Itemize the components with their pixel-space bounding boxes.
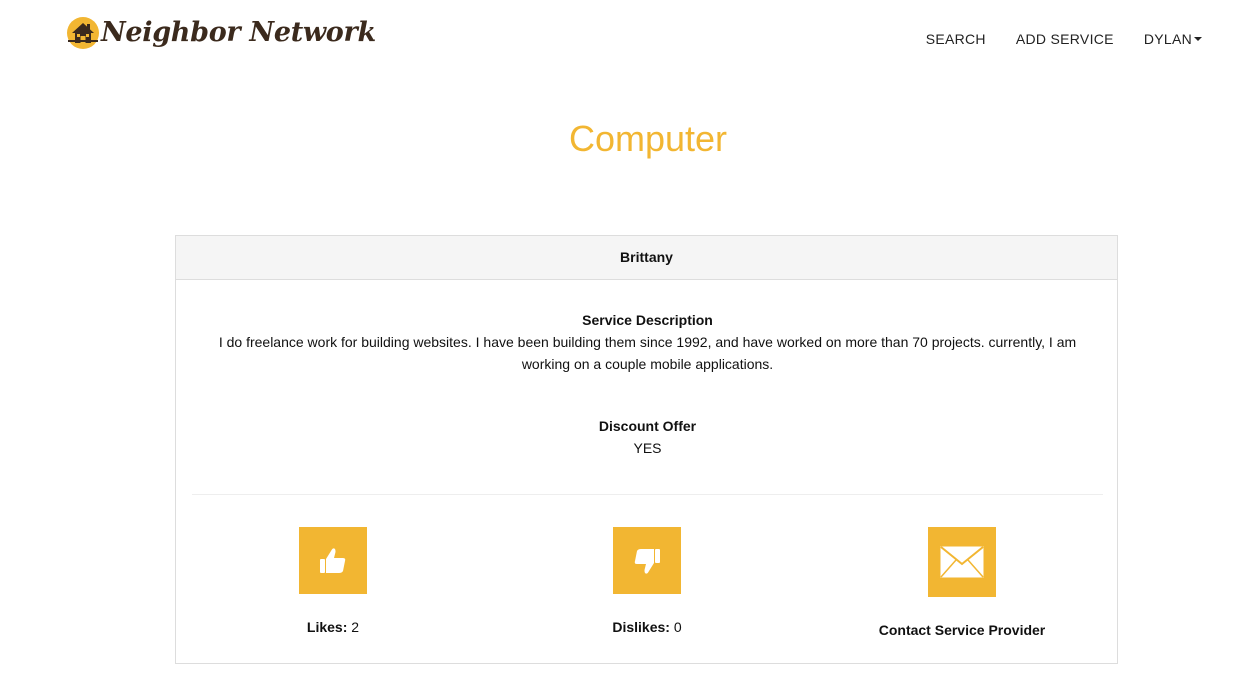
divider (192, 494, 1103, 495)
likes-label-text: Likes: (306, 619, 348, 635)
navbar: Neighbor Network SEARCH ADD SERVICE DYLA… (0, 0, 1256, 78)
nav-search-link[interactable]: SEARCH (926, 29, 986, 49)
discount-section: Discount Offer YES (176, 415, 1119, 459)
service-description-label: Service Description (582, 312, 713, 328)
dislikes-action: Dislikes: 0 (547, 527, 747, 636)
contact-action: Contact Service Provider (862, 527, 1062, 639)
discount-label: Discount Offer (598, 418, 697, 434)
discount-value: YES (633, 440, 662, 456)
nav-add-service-link[interactable]: ADD SERVICE (1016, 29, 1114, 49)
contact-provider-link[interactable]: Contact Service Provider (862, 621, 1062, 639)
brand-link[interactable]: Neighbor Network (66, 16, 376, 50)
likes-label: Likes: 2 (233, 618, 433, 636)
thumbs-down-icon (634, 548, 660, 574)
house-icon (67, 17, 99, 49)
caret-down-icon (1194, 37, 1202, 42)
envelope-icon (939, 545, 985, 579)
nav-links: SEARCH ADD SERVICE DYLAN (896, 29, 1202, 49)
like-button[interactable] (299, 527, 367, 594)
service-description-section: Service Description I do freelance work … (176, 309, 1119, 375)
provider-name: Brittany (176, 236, 1117, 280)
likes-action: Likes: 2 (233, 527, 433, 636)
dislike-button[interactable] (613, 527, 681, 594)
dislikes-label: Dislikes: 0 (547, 618, 747, 636)
service-panel: Brittany Service Description I do freela… (175, 235, 1118, 664)
thumbs-up-icon (320, 547, 346, 573)
dislikes-count: 0 (673, 619, 682, 635)
user-menu-dropdown[interactable]: DYLAN (1144, 29, 1202, 49)
page-title: Computer (568, 118, 728, 159)
contact-button[interactable] (928, 527, 996, 597)
service-description-text: I do freelance work for building website… (218, 334, 1077, 372)
user-menu-label: DYLAN (1143, 31, 1192, 47)
brand-name: Neighbor Network (101, 17, 376, 48)
dislikes-label-text: Dislikes: (612, 619, 670, 635)
likes-count: 2 (351, 619, 360, 635)
